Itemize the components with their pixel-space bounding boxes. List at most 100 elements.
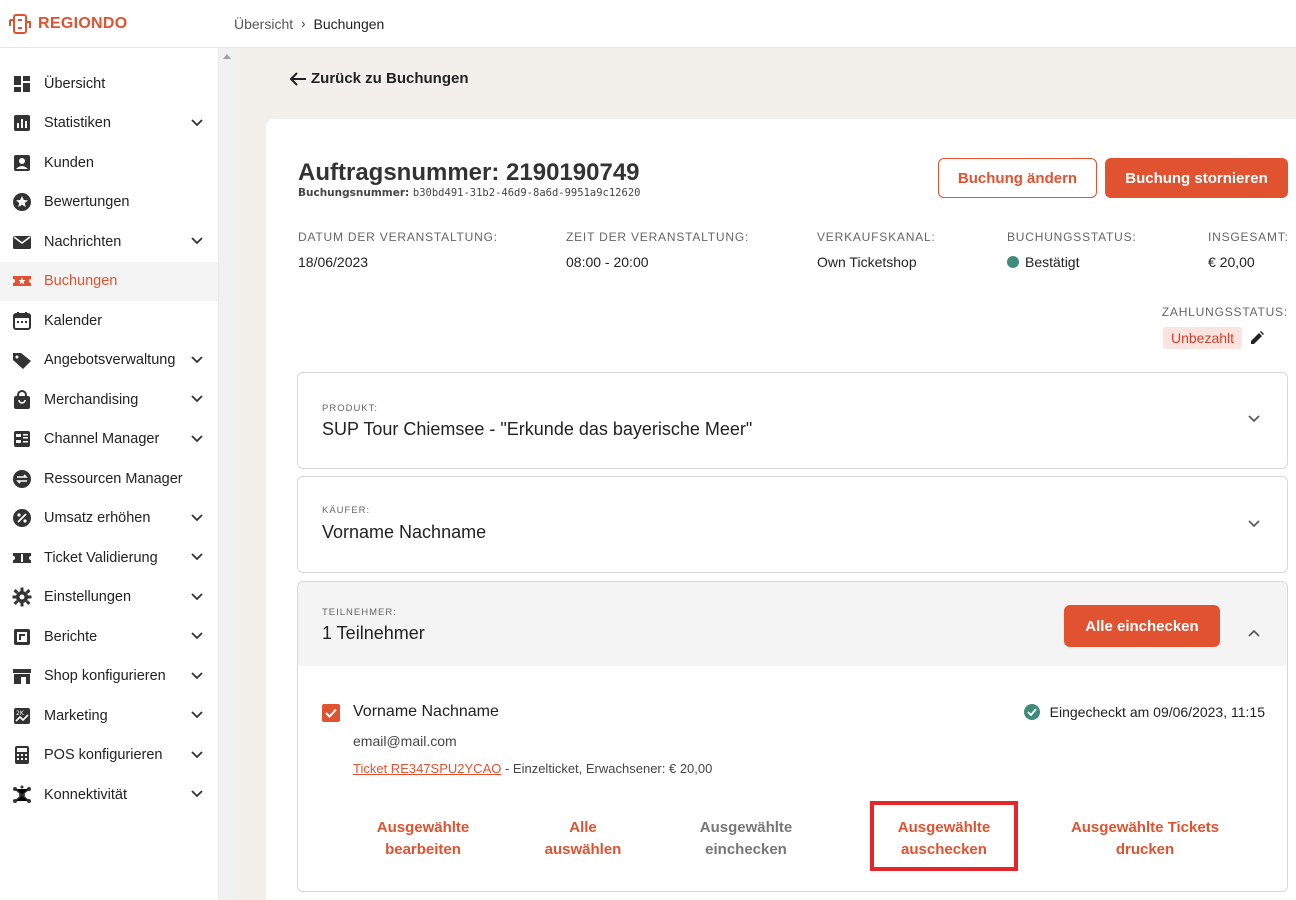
print-selected-tickets-button[interactable]: Ausgewählte Tickets drucken [1050, 817, 1240, 861]
buyer-panel[interactable]: KÄUFER: Vorname Nachname [297, 476, 1288, 573]
participant-checkbox[interactable] [322, 704, 340, 722]
sidebar-item-statistiken[interactable]: Statistiken [0, 104, 218, 144]
participants-panel: TEILNEHMER: 1 Teilnehmer Alle einchecken… [297, 581, 1288, 892]
sidebar-item-label: Merchandising [44, 391, 139, 408]
chevron-down-icon[interactable] [190, 511, 204, 527]
network-icon [12, 785, 32, 805]
select-all-button[interactable]: Alle auswählen [528, 817, 638, 861]
buyer-label: KÄUFER: [322, 505, 371, 516]
chevron-up-icon[interactable] [1247, 628, 1261, 638]
brand-logo[interactable]: REGIONDO [0, 12, 218, 36]
breadcrumb: Übersicht › Buchungen [218, 16, 384, 32]
sidebar-item-ressourcen-manager[interactable]: Ressourcen Manager [0, 459, 218, 499]
chevron-down-icon[interactable] [190, 590, 204, 606]
order-title: Auftragsnummer: 2190190749 [298, 159, 640, 187]
chevron-down-icon[interactable] [190, 234, 204, 250]
mail-icon [12, 232, 32, 252]
chevron-down-icon[interactable] [1247, 414, 1261, 424]
ticket-validation-icon [12, 548, 32, 568]
sidebar-item-marketing[interactable]: 2K Marketing [0, 696, 218, 736]
chevron-down-icon[interactable] [190, 708, 204, 724]
sidebar-item-nachrichten[interactable]: Nachrichten [0, 222, 218, 262]
store-icon [12, 666, 32, 686]
event-date-value: 18/06/2023 [298, 254, 369, 270]
checked-in-text: Eingecheckt am 09/06/2023, 11:15 [1049, 704, 1265, 720]
sidebar-item-übersicht[interactable]: Übersicht [0, 64, 218, 104]
sidebar-item-umsatz-erhöhen[interactable]: Umsatz erhöhen [0, 499, 218, 539]
chevron-down-icon[interactable] [190, 550, 204, 566]
checkin-selected-line1: Ausgewählte [699, 819, 793, 836]
sidebar-item-ticket-validierung[interactable]: Ticket Validierung [0, 538, 218, 578]
payment-status-badge: Unbezahlt [1163, 327, 1243, 349]
participants-value: 1 Teilnehmer [322, 623, 425, 643]
checkin-selected-button[interactable]: Ausgewählte einchecken [676, 817, 816, 861]
order-title-prefix: Auftragsnummer: [298, 159, 500, 186]
sidebar-item-shop-konfigurieren[interactable]: Shop konfigurieren [0, 657, 218, 697]
percent-icon [12, 508, 32, 528]
ticket-icon [12, 271, 32, 291]
chevron-down-icon[interactable] [190, 116, 204, 132]
breadcrumb-separator: › [301, 16, 306, 31]
chevron-down-icon[interactable] [1247, 519, 1261, 529]
breadcrumb-overview[interactable]: Übersicht [234, 16, 293, 32]
chevron-down-icon[interactable] [190, 392, 204, 408]
sidebar-item-label: Ticket Validierung [44, 549, 158, 566]
product-value: SUP Tour Chiemsee - "Erkunde das bayeris… [322, 419, 753, 439]
chevron-down-icon[interactable] [190, 629, 204, 645]
sidebar-item-label: Umsatz erhöhen [44, 510, 151, 527]
sidebar: Übersicht Statistiken Kunden Bewertungen Nac… [0, 48, 218, 900]
chevron-down-icon[interactable] [190, 669, 204, 685]
edit-selected-button[interactable]: Ausgewählte bearbeiten [358, 817, 488, 861]
sidebar-item-label: Kunden [44, 154, 94, 171]
sidebar-item-kalender[interactable]: Kalender [0, 301, 218, 341]
sidebar-item-label: Konnektivität [44, 786, 128, 803]
sidebar-item-label: Marketing [44, 707, 108, 724]
change-booking-button[interactable]: Buchung ändern [938, 158, 1097, 198]
back-link-label: Zurück zu Buchungen [311, 70, 469, 87]
chevron-down-icon[interactable] [190, 353, 204, 369]
sidebar-item-bewertungen[interactable]: Bewertungen [0, 183, 218, 223]
top-bar: REGIONDO Übersicht › Buchungen [0, 0, 1296, 48]
calculator-icon [12, 745, 32, 765]
cancel-booking-button[interactable]: Buchung stornieren [1105, 158, 1288, 198]
back-to-bookings-link[interactable]: Zurück zu Buchungen [289, 70, 469, 87]
payment-status-label: ZAHLUNGSSTATUS: [1161, 305, 1288, 319]
sidebar-item-berichte[interactable]: Berichte [0, 617, 218, 657]
dashboard-icon [12, 74, 32, 94]
marketing-icon: 2K [12, 706, 32, 726]
sidebar-item-label: Buchungen [44, 273, 118, 290]
status-confirmed-dot-icon [1007, 256, 1019, 268]
booking-status-label: BUCHUNGSSTATUS: [1007, 230, 1137, 244]
sidebar-item-einstellungen[interactable]: Einstellungen [0, 578, 218, 618]
checkout-highlight-box [870, 801, 1018, 871]
chevron-down-icon[interactable] [190, 748, 204, 764]
sidebar-item-channel-manager[interactable]: Channel Manager [0, 420, 218, 460]
sidebar-item-label: Berichte [44, 628, 98, 645]
sidebar-scrollbar[interactable] [218, 48, 235, 900]
total-label: INSGESAMT: [1208, 230, 1289, 244]
ticket-link[interactable]: Ticket RE347SPU2YCAO [353, 761, 501, 776]
booking-status-text: Bestätigt [1025, 254, 1080, 270]
brand-name: REGIONDO [38, 14, 128, 32]
print-selected-line2: drucken [1115, 841, 1175, 858]
chevron-down-icon[interactable] [190, 432, 204, 448]
chevron-down-icon[interactable] [190, 787, 204, 803]
order-number: 2190190749 [506, 159, 640, 186]
select-all-line2: auswählen [544, 841, 622, 858]
scroll-up-arrow-icon[interactable] [223, 54, 231, 59]
sidebar-item-konnektivität[interactable]: Konnektivität [0, 775, 218, 815]
sidebar-item-kunden[interactable]: Kunden [0, 143, 218, 183]
participant-email: email@mail.com [353, 733, 457, 749]
check-circle-icon [1023, 704, 1040, 720]
sidebar-item-pos-konfigurieren[interactable]: POS konfigurieren [0, 736, 218, 776]
sidebar-item-buchungen[interactable]: Buchungen [0, 261, 218, 301]
edit-pencil-icon[interactable] [1250, 331, 1264, 345]
checked-in-status: Eingecheckt am 09/06/2023, 11:15 [1023, 704, 1265, 720]
main-content: Zurück zu Buchungen Auftragsnummer: 2190… [235, 48, 1296, 900]
sidebar-item-angebotsverwaltung[interactable]: Angebotsverwaltung [0, 341, 218, 381]
arrow-left-icon [289, 71, 306, 86]
product-panel[interactable]: PRODUKT: SUP Tour Chiemsee - "Erkunde da… [297, 372, 1288, 469]
checkin-all-button[interactable]: Alle einchecken [1064, 605, 1220, 647]
sidebar-item-merchandising[interactable]: Merchandising [0, 380, 218, 420]
event-time-value: 08:00 - 20:00 [566, 254, 649, 270]
